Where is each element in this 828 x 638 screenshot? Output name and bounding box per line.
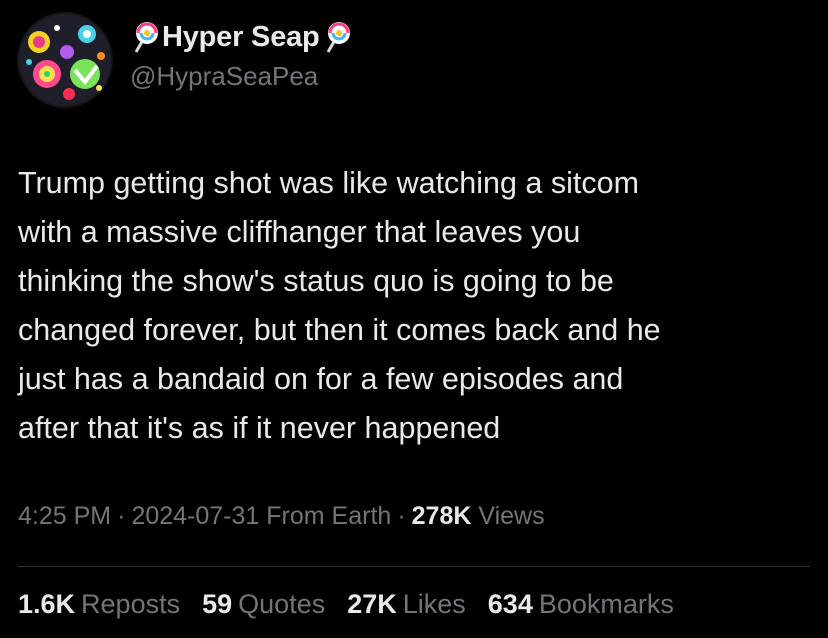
views-label[interactable]: Views — [478, 502, 544, 530]
likes-count: 27K — [347, 589, 397, 619]
lollipop-icon — [322, 20, 352, 54]
author-handle[interactable]: @HypraSeaPea — [130, 61, 318, 92]
views-count[interactable]: 278K — [412, 502, 472, 530]
reposts-count: 1.6K — [18, 589, 76, 619]
avatar-image — [17, 12, 113, 108]
quotes-label: Quotes — [238, 589, 326, 619]
tweet-text: Trump getting shot was like watching a s… — [18, 166, 661, 445]
tweet-location: From Earth — [266, 502, 392, 530]
quotes-stat[interactable]: 59 Quotes — [202, 589, 325, 620]
divider — [18, 566, 810, 567]
reposts-label: Reposts — [81, 589, 181, 619]
likes-stat[interactable]: 27K Likes — [347, 589, 466, 620]
tweet-time[interactable]: 4:25 PM — [18, 502, 111, 530]
avatar[interactable] — [17, 12, 113, 108]
engagement-stats: 1.6K Reposts 59 Quotes 27K Likes 634 Bookmar… — [18, 589, 674, 620]
author-name-row[interactable]: Hyper Seap — [130, 20, 352, 54]
tweet-meta: 4:25 PM · 2024-07-31 From Earth · 278K Views — [18, 502, 545, 531]
author-display-name: Hyper Seap — [162, 20, 320, 53]
reposts-stat[interactable]: 1.6K Reposts — [18, 589, 180, 620]
tweet-date[interactable]: 2024-07-31 — [131, 502, 259, 530]
meta-separator: · — [397, 502, 406, 530]
likes-label: Likes — [402, 589, 466, 619]
bookmarks-count: 634 — [487, 589, 533, 619]
bookmarks-label: Bookmarks — [538, 589, 674, 619]
tweet-card: Hyper Seap @HypraSeaPea Trump getting sh… — [0, 0, 828, 638]
meta-separator: · — [117, 502, 126, 530]
lollipop-icon — [130, 20, 160, 54]
bookmarks-stat[interactable]: 634 Bookmarks — [488, 589, 674, 620]
quotes-count: 59 — [202, 589, 233, 619]
